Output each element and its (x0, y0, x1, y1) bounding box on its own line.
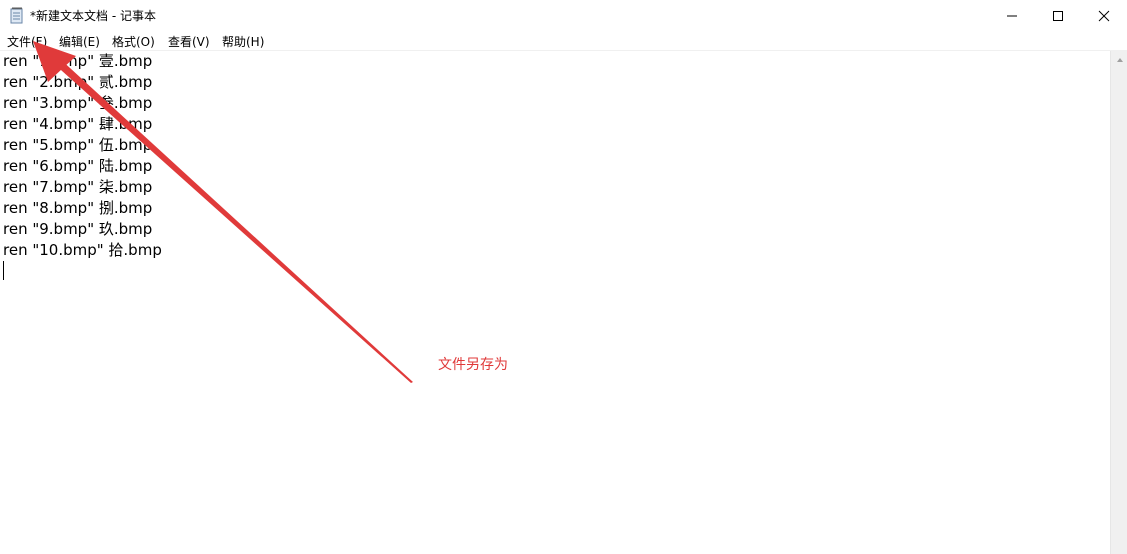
text-line: ren "7.bmp" 柒.bmp (3, 178, 153, 196)
menu-view[interactable]: 查看(V) (168, 33, 210, 50)
minimize-button[interactable] (989, 0, 1035, 31)
text-line: ren "3.bmp" 叁.bmp (3, 94, 153, 112)
window-title: *新建文本文档 - 记事本 (30, 9, 156, 23)
maximize-button[interactable] (1035, 0, 1081, 31)
text-line: ren "10.bmp" 拾.bmp (3, 241, 162, 259)
close-button[interactable] (1081, 0, 1127, 31)
menu-edit[interactable]: 编辑(E) (59, 33, 100, 50)
menu-help[interactable]: 帮助(H) (222, 33, 264, 50)
scroll-up-button[interactable] (1111, 51, 1127, 68)
text-line: ren "8.bmp" 捌.bmp (3, 199, 153, 217)
text-caret (3, 261, 4, 280)
annotation-label: 文件另存为 (438, 357, 508, 373)
menu-file[interactable]: 文件(F) (7, 33, 47, 50)
text-line: ren "1.bmp" 壹.bmp (3, 52, 153, 70)
text-line: ren "6.bmp" 陆.bmp (3, 157, 153, 175)
close-icon (1098, 10, 1110, 21)
text-line: ren "2.bmp" 贰.bmp (3, 73, 153, 91)
title-bar[interactable]: *新建文本文档 - 记事本 (0, 0, 1127, 31)
menu-bar: 文件(F) 编辑(E) 格式(O) 查看(V) 帮助(H) (0, 31, 1127, 51)
text-editor[interactable]: ren "1.bmp" 壹.bmp ren "2.bmp" 贰.bmp ren … (0, 51, 1110, 554)
minimize-icon (1007, 15, 1017, 16)
text-line: ren "4.bmp" 肆.bmp (3, 115, 153, 133)
text-line: ren "5.bmp" 伍.bmp (3, 136, 153, 154)
notepad-icon (10, 7, 23, 24)
maximize-icon (1053, 10, 1063, 21)
menu-format[interactable]: 格式(O) (112, 33, 155, 50)
chevron-up-icon (1116, 57, 1123, 62)
vertical-scrollbar[interactable] (1110, 51, 1127, 554)
text-line: ren "9.bmp" 玖.bmp (3, 220, 153, 238)
